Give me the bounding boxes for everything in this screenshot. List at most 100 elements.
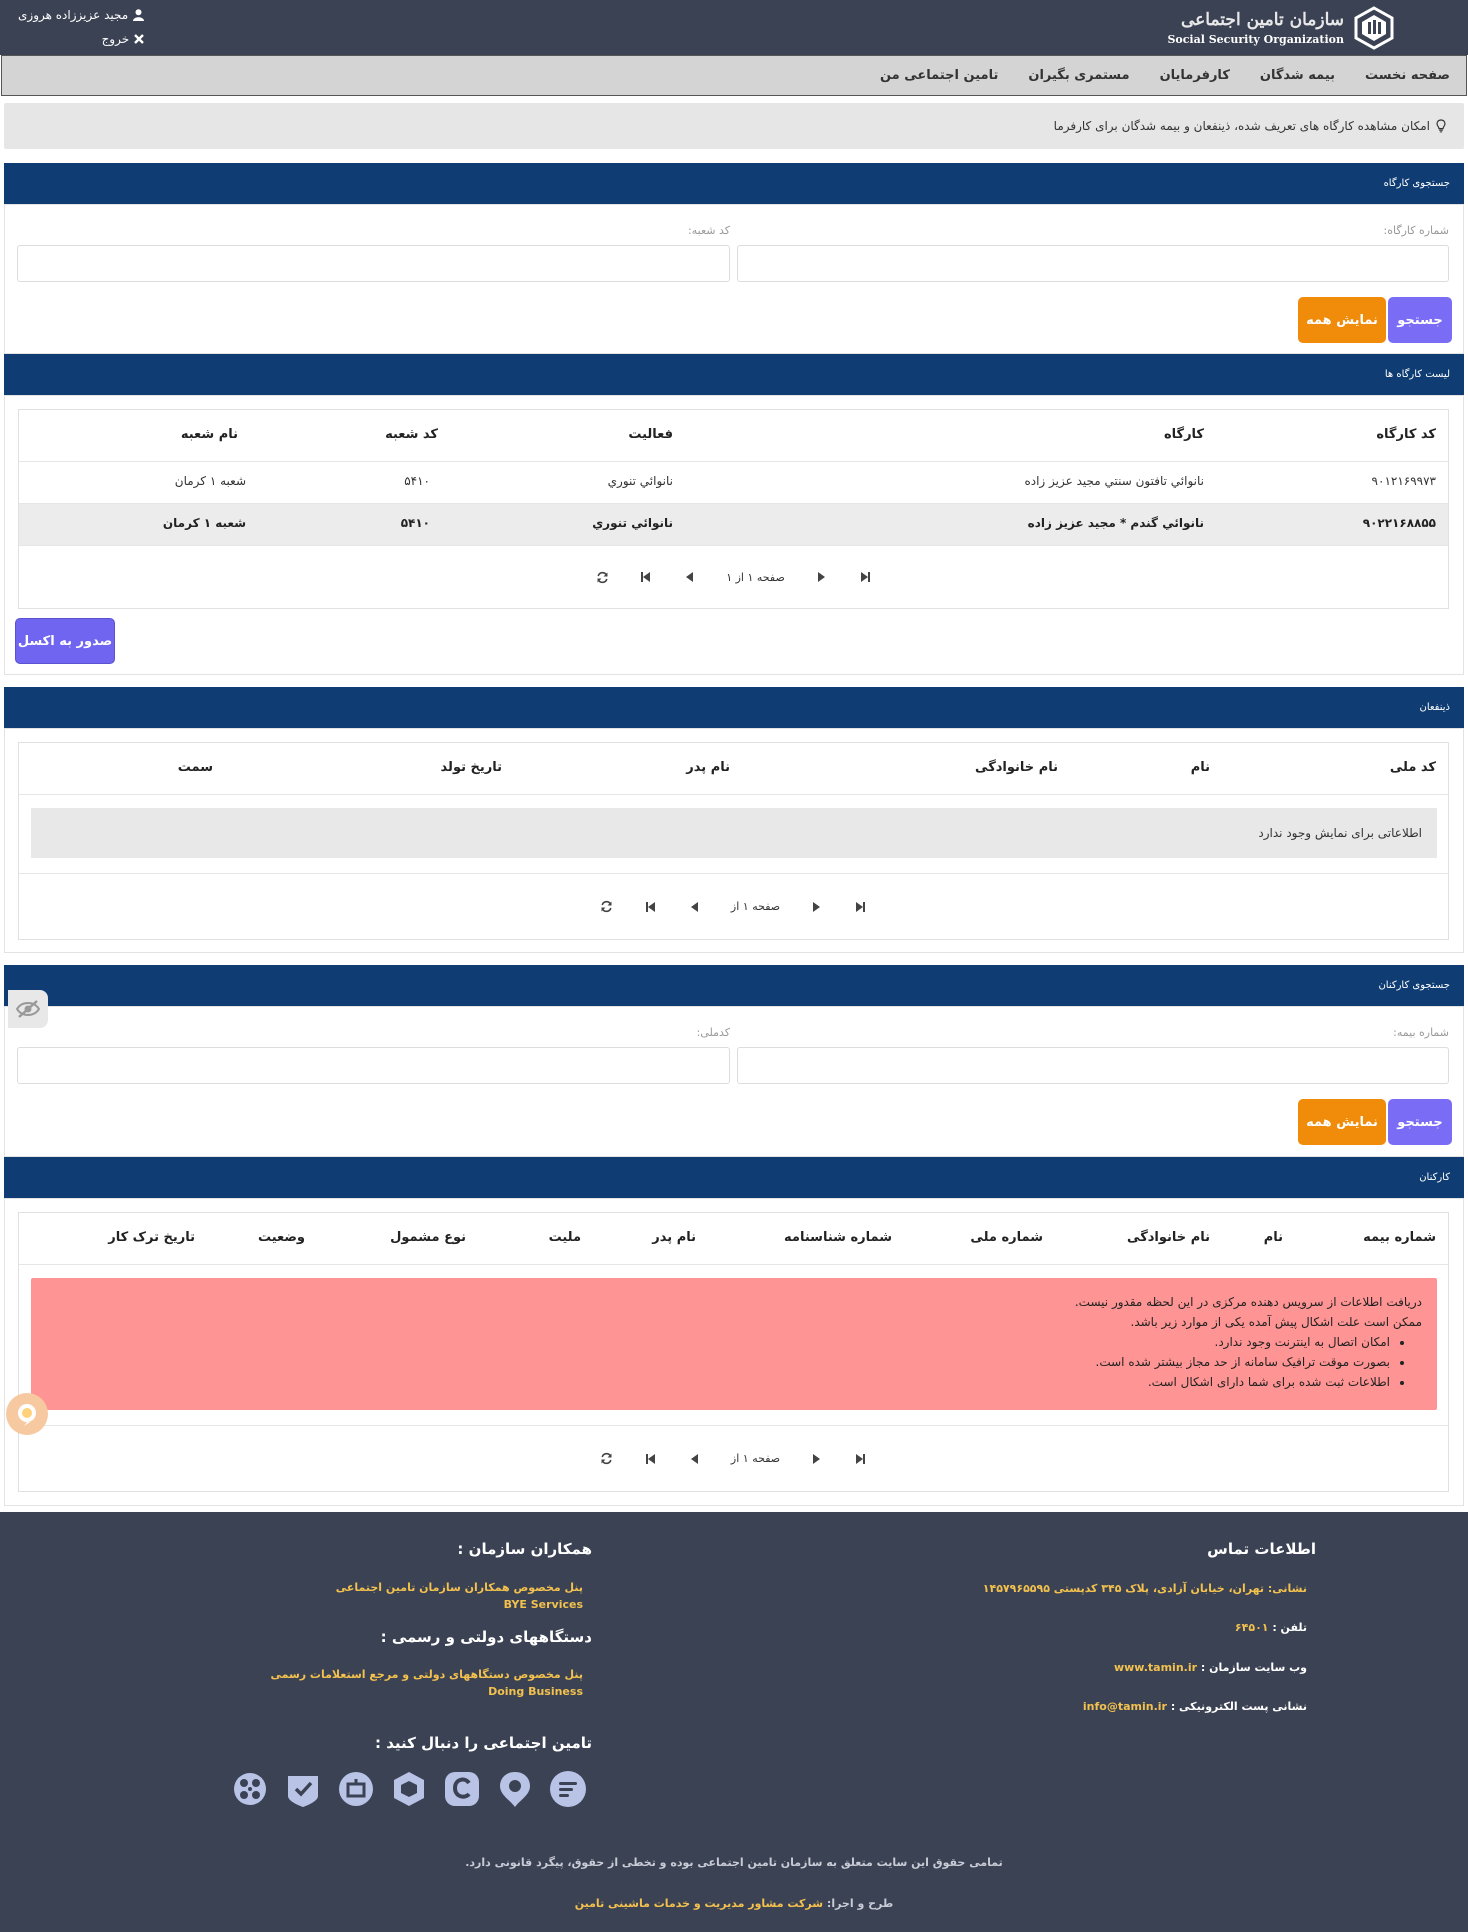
chat-widget[interactable]: [6, 1393, 48, 1435]
col-branch-code[interactable]: کد شعبه: [385, 427, 438, 442]
workshop-number-input[interactable]: [737, 245, 1449, 282]
main-nav: صفحه نخست بیمه شدگان کارفرمایان مستمری ب…: [1, 55, 1467, 96]
nav-pensioners[interactable]: مستمری بگیران: [1028, 68, 1129, 83]
col-first-name[interactable]: نام: [1191, 760, 1210, 775]
next-page-button[interactable]: [799, 571, 843, 583]
col-activity[interactable]: فعالیت: [628, 427, 673, 442]
chat-bubble-icon: [18, 1404, 36, 1426]
col-father-name[interactable]: نام پدر: [652, 1230, 696, 1245]
branch-code-input[interactable]: [17, 245, 730, 282]
accessibility-toggle[interactable]: [8, 990, 48, 1028]
next-page-button[interactable]: [794, 1453, 838, 1465]
design-credit: طرح و اجرا: شرکت مشاور مدیریت و خدمات ما…: [0, 1897, 1468, 1910]
table-row[interactable]: ۹۰۱۲۱۶۹۹۷۳ نانوائي تافتون سنتي مجيد عزيز…: [19, 462, 1448, 504]
refresh-button[interactable]: [580, 571, 624, 584]
grid-header: کد کارگاه کارگاه فعالیت کد شعبه نام شعبه: [19, 410, 1448, 462]
prev-page-button[interactable]: [668, 571, 712, 583]
social-links: [230, 1769, 588, 1809]
prev-page-button[interactable]: [673, 1453, 717, 1465]
last-page-button[interactable]: [843, 571, 887, 583]
col-birth-date[interactable]: تاریخ تولد: [441, 760, 502, 775]
col-last-name[interactable]: نام خانوادگی: [975, 760, 1058, 775]
close-icon: [134, 34, 145, 44]
gap-icon[interactable]: [495, 1769, 535, 1809]
col-first-name[interactable]: نام: [1264, 1230, 1283, 1245]
employee-search-panel: شماره بیمه: کدملی: جستجو نمایش همه: [4, 1006, 1464, 1157]
next-page-icon: [813, 901, 821, 912]
first-page-button[interactable]: [629, 901, 673, 913]
organization-logo[interactable]: سازمان تامین اجتماعی Social Security Org…: [1156, 6, 1396, 50]
next-page-button[interactable]: [794, 901, 838, 913]
first-page-icon: [641, 572, 651, 582]
bye-services-link[interactable]: BYE Services: [504, 1598, 583, 1611]
col-national-code[interactable]: کد ملی: [1390, 760, 1436, 775]
partners-panel-link[interactable]: پنل مخصوص همکاران سازمان تامین اجتماعی: [336, 1581, 583, 1594]
col-insurance-number[interactable]: شماره بیمه: [1363, 1230, 1436, 1245]
show-all-button[interactable]: نمایش همه: [1298, 1099, 1386, 1145]
contact-address: نشانی: تهران، خیابان آزادی، پلاک ۳۴۵ کدپ…: [982, 1582, 1307, 1595]
next-page-icon: [813, 1453, 821, 1464]
refresh-button[interactable]: [585, 1452, 629, 1465]
insurance-number-input[interactable]: [737, 1047, 1449, 1084]
eitaa-icon[interactable]: [548, 1769, 588, 1809]
copyright-text: تمامی حقوق این سایت متعلق به سازمان تامی…: [465, 1856, 1003, 1869]
col-branch-name[interactable]: نام شعبه: [181, 427, 238, 442]
employee-search-header: جستجوی کارکنان: [4, 965, 1464, 1006]
refresh-button[interactable]: [585, 900, 629, 913]
aparat-icon[interactable]: [230, 1769, 270, 1809]
refresh-icon: [601, 900, 612, 913]
col-father-name[interactable]: نام پدر: [686, 760, 730, 775]
last-page-button[interactable]: [838, 901, 882, 913]
contact-phone: تلفن : ۶۴۵۰۱: [1235, 1620, 1307, 1634]
email-label: نشانی پست الکترونیکی :: [1170, 1700, 1307, 1713]
first-page-icon: [645, 901, 655, 912]
panel-title: جستجوی کارگاه: [1383, 178, 1450, 189]
panel-title: جستجوی کارکنان: [1378, 980, 1450, 991]
col-nationality[interactable]: ملیت: [549, 1230, 581, 1245]
error-reason: امکان اتصال به اینترنت وجود ندارد.: [31, 1332, 1391, 1352]
col-national-number[interactable]: شماره ملی: [970, 1230, 1043, 1245]
nav-insured[interactable]: بیمه شدگان: [1260, 68, 1335, 83]
search-button[interactable]: جستجو: [1388, 297, 1452, 343]
workshop-list-panel: کد کارگاه کارگاه فعالیت کد شعبه نام شعبه…: [4, 395, 1464, 675]
show-all-button[interactable]: نمایش همه: [1298, 297, 1386, 343]
national-code-input[interactable]: [17, 1047, 730, 1084]
prev-page-button[interactable]: [673, 901, 717, 913]
website-link[interactable]: www.tamin.ir: [1114, 1661, 1197, 1674]
bale-icon[interactable]: [336, 1769, 376, 1809]
panel-title: لیست کارگاه ها: [1384, 369, 1450, 380]
igap-icon[interactable]: [283, 1769, 323, 1809]
gov-panel-link[interactable]: پنل مخصوص دستگاههای دولتی و مرجع استعلام…: [270, 1668, 583, 1681]
first-page-button[interactable]: [624, 571, 668, 583]
col-workshop-code[interactable]: کد کارگاه: [1376, 427, 1436, 442]
user-name[interactable]: مجید عزیززاده هروزی: [18, 5, 145, 25]
error-reason: بصورت موقت ترافیک سامانه از حد مجاز بیشت…: [31, 1352, 1390, 1372]
rubika-icon[interactable]: [442, 1769, 482, 1809]
col-position[interactable]: سمت: [178, 760, 213, 775]
design-company-link[interactable]: شرکت مشاور مدیریت و خدمات ماشینی تامین: [575, 1897, 823, 1910]
last-page-button[interactable]: [838, 1453, 882, 1465]
cell-branch-name: شعبه ۱ کرمان: [174, 474, 246, 488]
doing-business-link[interactable]: Doing Business: [488, 1685, 583, 1698]
logo-swoosh-decoration: [1430, 0, 1468, 49]
nav-my-tamin[interactable]: تامین اجتماعی من: [880, 68, 998, 83]
panel-title: کارکنان: [1419, 1172, 1450, 1183]
first-page-button[interactable]: [629, 1453, 673, 1465]
col-last-name[interactable]: نام خانوادگی: [1127, 1230, 1210, 1245]
col-id-number[interactable]: شماره شناسنامه: [784, 1230, 892, 1245]
nav-employers[interactable]: کارفرمایان: [1160, 68, 1230, 83]
beneficiaries-panel: کد ملی نام نام خانوادگی نام پدر تاریخ تو…: [4, 728, 1464, 953]
phone-number[interactable]: ۶۴۵۰۱: [1235, 1621, 1269, 1634]
soroush-icon[interactable]: [389, 1769, 429, 1809]
col-status[interactable]: وضعیت: [258, 1230, 305, 1245]
logout-link[interactable]: خروج: [98, 29, 145, 49]
col-workshop[interactable]: کارگاه: [1164, 427, 1204, 442]
email-link[interactable]: info@tamin.ir: [1083, 1700, 1167, 1713]
col-coverage-type[interactable]: نوع مشمول: [390, 1230, 466, 1245]
nav-home[interactable]: صفحه نخست: [1365, 68, 1450, 83]
logo-title-fa: سازمان تامین اجتماعی: [1180, 10, 1344, 30]
search-button[interactable]: جستجو: [1388, 1099, 1452, 1145]
export-excel-button[interactable]: صدور به اکسل: [15, 618, 115, 664]
col-leave-date[interactable]: تاریخ ترک کار: [108, 1230, 195, 1245]
table-row[interactable]: ۹۰۲۲۱۶۸۸۵۵ نانوائي گندم * مجيد عزيز زاده…: [19, 504, 1448, 546]
